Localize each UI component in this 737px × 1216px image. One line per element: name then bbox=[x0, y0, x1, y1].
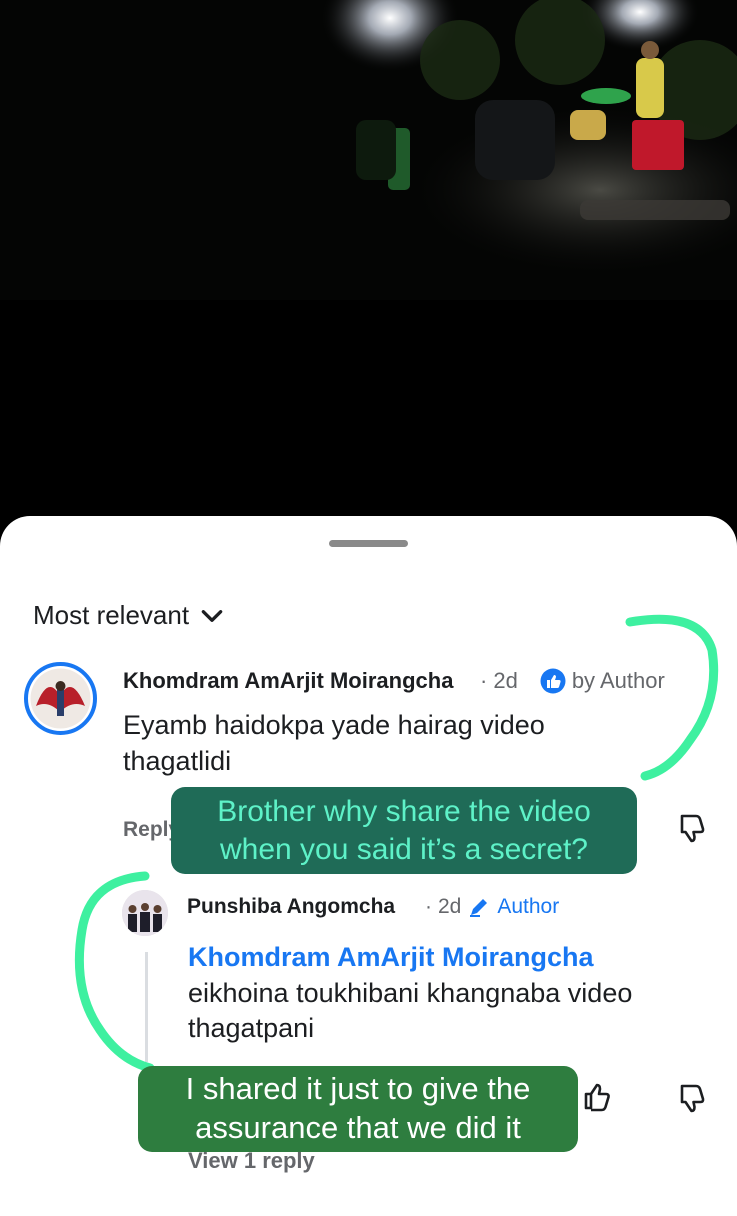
annotation-note: Brother why share the video when you sai… bbox=[171, 787, 637, 874]
annotation-note: I shared it just to give the assurance t… bbox=[138, 1066, 578, 1152]
highlight-marks bbox=[74, 614, 719, 1073]
